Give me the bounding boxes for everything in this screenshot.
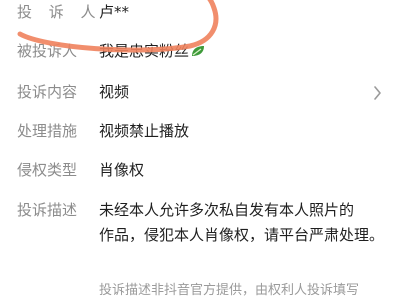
leaf-icon bbox=[190, 43, 206, 63]
complaint-content-label: 投诉内容 bbox=[17, 83, 78, 101]
chevron-right-icon[interactable] bbox=[373, 85, 382, 104]
respondent-label: 被投诉人 bbox=[17, 42, 78, 60]
handling-measure-value: 视频禁止播放 bbox=[99, 122, 190, 140]
handling-measure-label: 处理措施 bbox=[17, 122, 78, 140]
respondent-value-wrap: 我是忠实粉丝 bbox=[99, 41, 206, 63]
infringement-type-value: 肖像权 bbox=[99, 161, 145, 179]
description-label: 投诉描述 bbox=[17, 201, 78, 219]
complainant-value: 卢** bbox=[99, 3, 130, 21]
complainant-label: 投 诉 人 bbox=[17, 3, 102, 21]
description-text: 未经本人允许多次私自发有本人照片的 作品，侵犯本人肖像权，请平台严肃处理。 bbox=[99, 198, 384, 248]
description-line-1: 未经本人允许多次私自发有本人照片的 bbox=[99, 201, 355, 219]
infringement-type-label: 侵权类型 bbox=[17, 161, 78, 179]
footnote: 投诉描述非抖音官方提供，由权利人投诉填写 bbox=[99, 283, 360, 298]
complaint-content-value: 视频 bbox=[99, 83, 130, 101]
description-line-2: 作品，侵犯本人肖像权，请平台严肃处理。 bbox=[99, 226, 385, 244]
respondent-value: 我是忠实粉丝 bbox=[99, 42, 190, 60]
